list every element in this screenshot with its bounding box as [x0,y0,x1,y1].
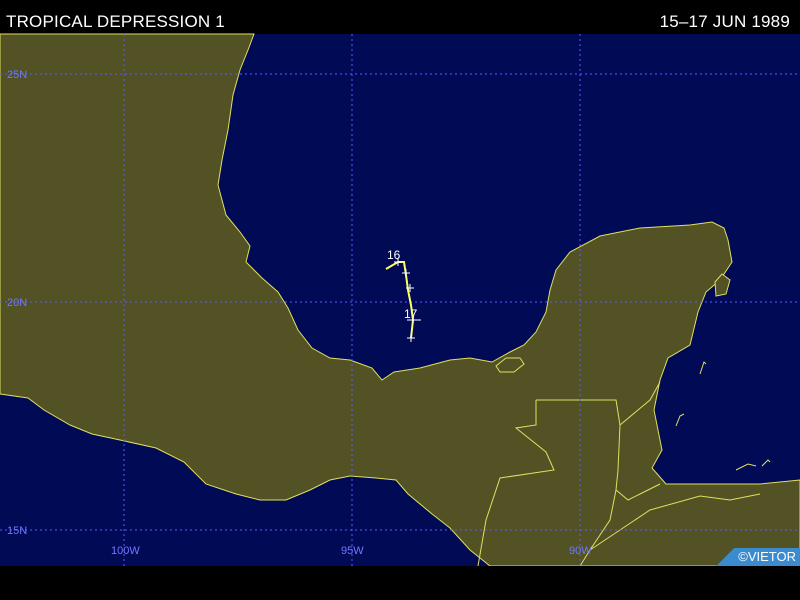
lat-label-20n: 20N [7,297,27,309]
track-day-label-16: 16 [387,248,401,262]
lon-label-95w: 95W [341,545,364,557]
lat-label-25n: 25N [7,69,27,81]
storm-track-map: 25N 20N 15N 100W 95W 90W 16 17 [0,33,800,567]
lon-label-100w: 100W [111,545,140,557]
track-day-label-17: 17 [404,307,418,321]
lat-label-15n: 15N [7,525,27,537]
bottom-bar [0,566,800,600]
lon-label-90w: 90W [569,545,592,557]
